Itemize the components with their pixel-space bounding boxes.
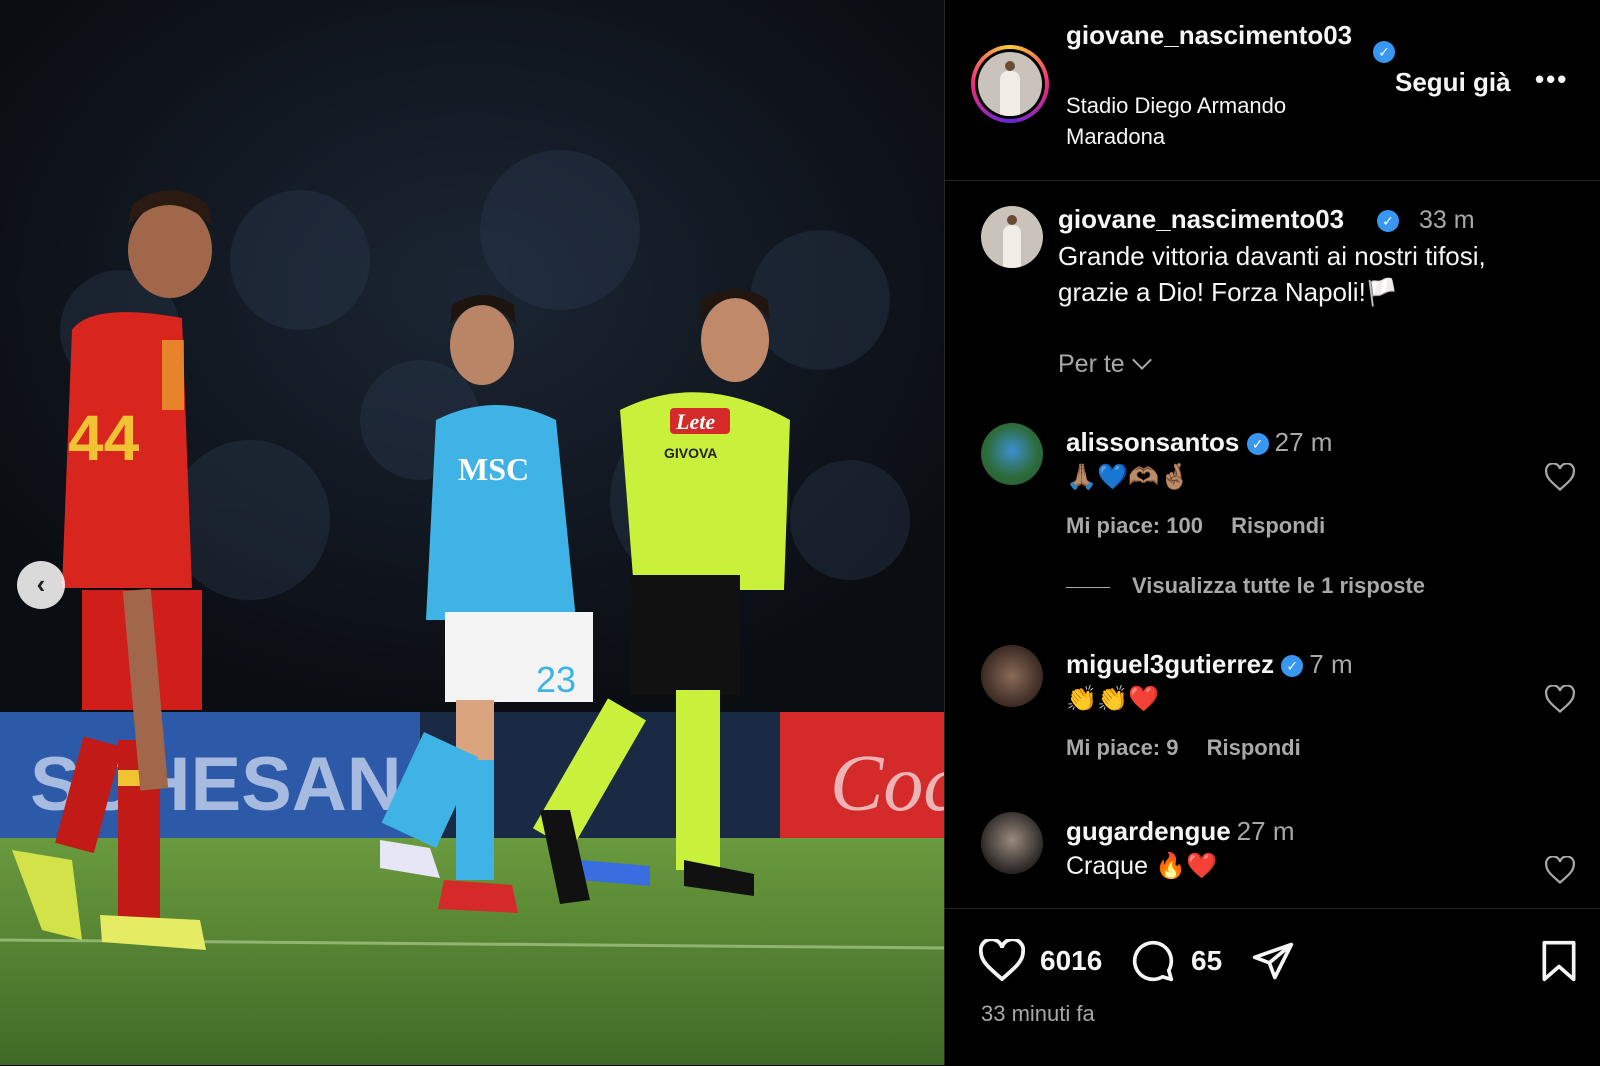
comment-meta: Mi piace: 100 Rispondi <box>1066 513 1347 539</box>
following-button[interactable]: Segui già <box>1395 67 1511 98</box>
comment-username-text: gugardengue <box>1066 816 1231 846</box>
banner-right-text: Coca <box>830 740 944 828</box>
view-replies-button[interactable]: Visualizza tutte le 1 risposte <box>1066 573 1425 599</box>
referee-sponsor-2: GIVOVA <box>664 445 717 461</box>
post-side-panel: giovane_nascimento03 ✓ Stadio Diego Arma… <box>944 0 1600 1065</box>
comment-username[interactable]: miguel3gutierrez ✓ 7 m <box>1066 649 1353 680</box>
comment-username-text: miguel3gutierrez <box>1066 649 1275 679</box>
like-comment-heart-icon[interactable] <box>1544 684 1576 718</box>
verified-badge-icon: ✓ <box>1281 655 1304 678</box>
share-send-icon[interactable] <box>1251 939 1295 988</box>
caption-text: Grande vittoria davanti ai nostri tifosi… <box>1058 238 1558 310</box>
commenter-avatar[interactable] <box>981 423 1043 485</box>
view-replies-label: Visualizza tutte le 1 risposte <box>1132 573 1426 598</box>
comment-time: 7 m <box>1309 649 1353 679</box>
previous-photo-button[interactable]: ‹ <box>17 561 65 609</box>
save-bookmark-icon[interactable] <box>1539 939 1579 988</box>
blue-shirt-sponsor: MSC <box>458 451 529 487</box>
comment-bubble-icon[interactable] <box>1131 939 1175 988</box>
match-photo-illustration: SCHESANA Coca 44 <box>0 0 944 1065</box>
instagram-post-view: SCHESANA Coca 44 <box>0 0 1600 1065</box>
post-location[interactable]: Stadio Diego Armando Maradona <box>1066 90 1346 152</box>
like-heart-icon[interactable] <box>978 937 1026 986</box>
comment-time: 27 m <box>1274 427 1333 457</box>
comment-username-text: alissonsantos <box>1066 427 1240 457</box>
comment-time: 27 m <box>1236 816 1295 846</box>
verified-badge-icon: ✓ <box>1373 41 1395 63</box>
comment-likes[interactable]: Mi piace: 100 <box>1066 513 1203 538</box>
comment-likes[interactable]: Mi piace: 9 <box>1066 735 1178 760</box>
per-te-label: Per te <box>1058 350 1125 378</box>
caption-body: Grande vittoria davanti ai nostri tifosi… <box>1058 241 1486 307</box>
referee-sponsor: Lete <box>675 409 715 434</box>
commenter-avatar[interactable] <box>981 645 1043 707</box>
like-comment-heart-icon[interactable] <box>1544 855 1576 889</box>
reply-button[interactable]: Rispondi <box>1231 513 1325 538</box>
verified-badge-icon: ✓ <box>1377 210 1399 232</box>
comment-text: 🙏🏽💙🫶🏽🤞🏽 <box>1066 463 1191 491</box>
caption-time: 33 m <box>1419 206 1475 234</box>
chevron-left-icon: ‹ <box>36 568 46 599</box>
author-avatar <box>978 52 1042 116</box>
verified-badge-icon: ✓ <box>1246 433 1269 456</box>
caption-author-avatar[interactable] <box>981 206 1043 268</box>
like-comment-heart-icon[interactable] <box>1544 462 1576 496</box>
likes-count[interactable]: 6016 <box>1040 945 1102 977</box>
caption-username[interactable]: giovane_nascimento03 <box>1058 204 1344 235</box>
comment-username[interactable]: gugardengue 27 m <box>1066 816 1294 847</box>
more-options-icon[interactable]: ••• <box>1535 64 1568 95</box>
reply-button[interactable]: Rispondi <box>1207 735 1301 760</box>
post-header: giovane_nascimento03 ✓ Stadio Diego Arma… <box>945 0 1600 181</box>
red-shirt-number: 44 <box>68 402 140 474</box>
replies-divider <box>1066 586 1110 588</box>
chevron-down-icon <box>1131 350 1152 370</box>
commenter-avatar[interactable] <box>981 812 1043 874</box>
comment-text: 👏👏❤️ <box>1066 685 1160 713</box>
post-photo[interactable]: SCHESANA Coca 44 <box>0 0 944 1065</box>
post-actions-bar: 6016 65 33 minuti fa <box>945 908 1600 1066</box>
author-username[interactable]: giovane_nascimento03 <box>1066 18 1366 53</box>
post-time-ago: 33 minuti fa <box>981 1001 1095 1026</box>
blue-shorts-number: 23 <box>536 659 576 700</box>
comment-meta: Mi piace: 9 Rispondi <box>1066 735 1323 761</box>
per-te-dropdown[interactable]: Per te <box>1058 350 1152 379</box>
flag-emoji: 🏳️ <box>1365 277 1399 307</box>
author-avatar-story-ring[interactable] <box>971 45 1049 123</box>
comments-count[interactable]: 65 <box>1191 945 1222 977</box>
comment-username[interactable]: alissonsantos ✓ 27 m <box>1066 427 1332 458</box>
comment-text: Craque 🔥❤️ <box>1066 852 1218 880</box>
